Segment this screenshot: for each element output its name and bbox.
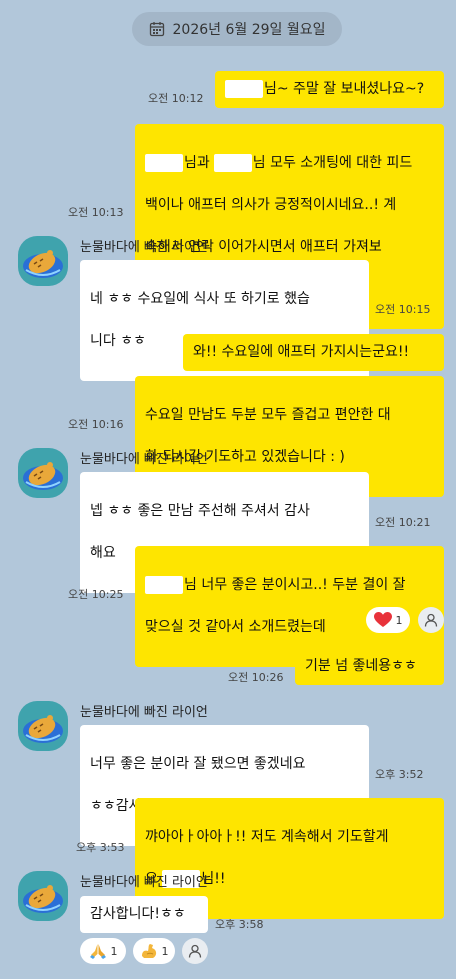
ryan-character-avatar (23, 250, 63, 278)
message-text: 와!! 수요일에 애프터 가지시는군요!! (193, 344, 410, 360)
message-text: 넵 ㅎㅎ 좋은 만남 주선해 주셔서 감사 (90, 503, 310, 519)
message-time: 오전 10:26 (228, 671, 284, 684)
add-reaction-button[interactable] (182, 938, 208, 964)
sender-name: 눈물바다에 빠진 라이언 (80, 240, 208, 255)
flexed-biceps-icon (141, 944, 156, 958)
ryan-character-avatar (23, 885, 63, 913)
reaction-count: 1 (110, 944, 118, 958)
redacted-name (213, 154, 252, 172)
message-time: 오후 3:53 (76, 841, 125, 854)
message-text: 님 모두 소개팅에 대한 피드 (252, 155, 413, 171)
sender-avatar[interactable] (18, 871, 68, 921)
reaction-count: 1 (395, 613, 403, 627)
message-text: 백이나 애프터 의사가 긍정적이시네요..! 계 (145, 197, 397, 213)
reaction-praying-hands[interactable]: 1 (80, 938, 126, 964)
message-time: 오전 10:16 (68, 418, 124, 431)
reaction-heart[interactable]: 1 (366, 607, 410, 633)
message-text: 꺄아아ㅏ아아ㅏ!! 저도 계속해서 기도할게 (145, 829, 389, 845)
heart-icon (373, 612, 392, 627)
message-time: 오후 3:52 (375, 768, 424, 781)
message-time: 오전 10:21 (375, 516, 431, 529)
message-text: 감사합니다!ㅎㅎ (90, 906, 186, 922)
reaction-flexed-biceps[interactable]: 1 (133, 938, 175, 964)
other-message-bubble[interactable]: 감사합니다!ㅎㅎ (80, 896, 208, 933)
date-divider-text: 2026년 6월 29일 월요일 (172, 22, 326, 38)
message-time: 오후 3:58 (215, 918, 264, 931)
ryan-character-avatar (23, 462, 63, 490)
sender-avatar[interactable] (18, 236, 68, 286)
sender-avatar[interactable] (18, 701, 68, 751)
my-message-bubble[interactable]: 와!! 수요일에 애프터 가지시는군요!! (183, 334, 444, 371)
ryan-character-avatar (23, 715, 63, 743)
message-text: 너무 좋은 분이라 잘 됐으면 좋겠네요 (90, 756, 306, 772)
message-time: 오전 10:25 (68, 588, 124, 601)
sender-name: 눈물바다에 빠진 라이언 (80, 705, 208, 720)
message-text: 네 ㅎㅎ 수요일에 식사 또 하기로 했습 (90, 291, 310, 307)
sender-avatar[interactable] (18, 448, 68, 498)
sender-name: 눈물바다에 빠진 라이언 (80, 452, 208, 467)
person-icon (188, 944, 202, 958)
message-time: 오전 10:12 (148, 92, 204, 105)
message-text: 님과 (184, 155, 210, 171)
message-text: 님~ 주말 잘 보내셨나요~? (264, 81, 425, 97)
redacted-name (145, 576, 183, 594)
calendar-icon (149, 22, 164, 37)
person-icon (424, 613, 438, 627)
praying-hands-icon (89, 944, 106, 959)
add-reaction-button[interactable] (418, 607, 444, 633)
redacted-name (145, 154, 183, 172)
date-divider: 2026년 6월 29일 월요일 (132, 12, 342, 46)
message-text: 기분 넘 좋네용ㅎㅎ (305, 658, 417, 674)
redacted-name (225, 80, 263, 98)
message-text: 님 너무 좋은 분이시고..! 두분 결이 잘 (184, 577, 406, 593)
my-message-bubble[interactable]: 님~ 주말 잘 보내셨나요~? (215, 71, 444, 108)
message-time: 오전 10:15 (375, 303, 431, 316)
sender-name: 눈물바다에 빠진 라이언 (80, 875, 208, 890)
message-time: 오전 10:13 (68, 206, 124, 219)
reaction-count: 1 (161, 944, 169, 958)
message-text: 수요일 만남도 두분 모두 즐겁고 편안한 대 (145, 407, 391, 423)
my-message-bubble[interactable]: 기분 넘 좋네용ㅎㅎ (295, 648, 444, 685)
